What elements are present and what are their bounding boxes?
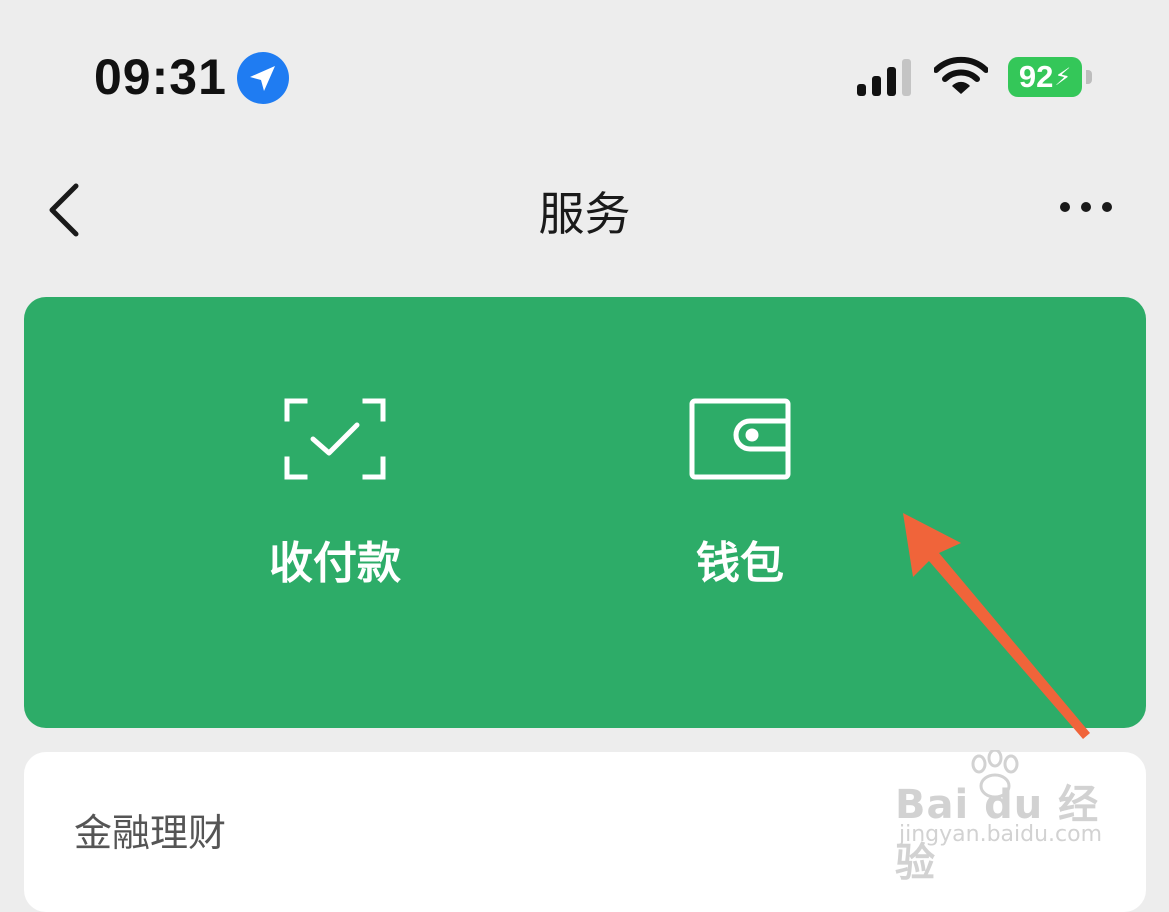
location-arrow-icon xyxy=(237,52,289,104)
watermark: Bai du 经验 jingyan.baidu.com xyxy=(895,750,1115,886)
more-dots-icon[interactable] xyxy=(1056,192,1116,222)
page-title: 服务 xyxy=(538,187,631,241)
wallet-icon xyxy=(689,398,791,480)
watermark-sub: jingyan.baidu.com xyxy=(899,822,1103,847)
status-time: 09:31 xyxy=(94,49,227,105)
battery-level: 92 ⚡ xyxy=(1008,57,1082,97)
battery-percent: 92 xyxy=(1018,59,1054,94)
section-title: 金融理财 xyxy=(74,811,227,855)
battery-icon: 92 ⚡ xyxy=(1008,57,1094,99)
charging-bolt-icon: ⚡ xyxy=(1054,63,1072,91)
receive-pay-button[interactable]: 收付款 xyxy=(215,397,455,597)
status-bar: 09:31 92 ⚡ xyxy=(0,0,1169,150)
annotation-arrow-icon xyxy=(903,513,1090,739)
navigation-bar: 服务 xyxy=(0,150,1169,270)
battery-cap xyxy=(1086,70,1092,84)
wallet-label: 钱包 xyxy=(696,538,784,589)
wallet-button[interactable]: 钱包 xyxy=(620,397,860,597)
cellular-signal-icon xyxy=(857,59,911,96)
wifi-icon xyxy=(934,56,988,94)
receive-pay-label: 收付款 xyxy=(269,538,401,589)
scan-check-icon xyxy=(284,398,386,480)
